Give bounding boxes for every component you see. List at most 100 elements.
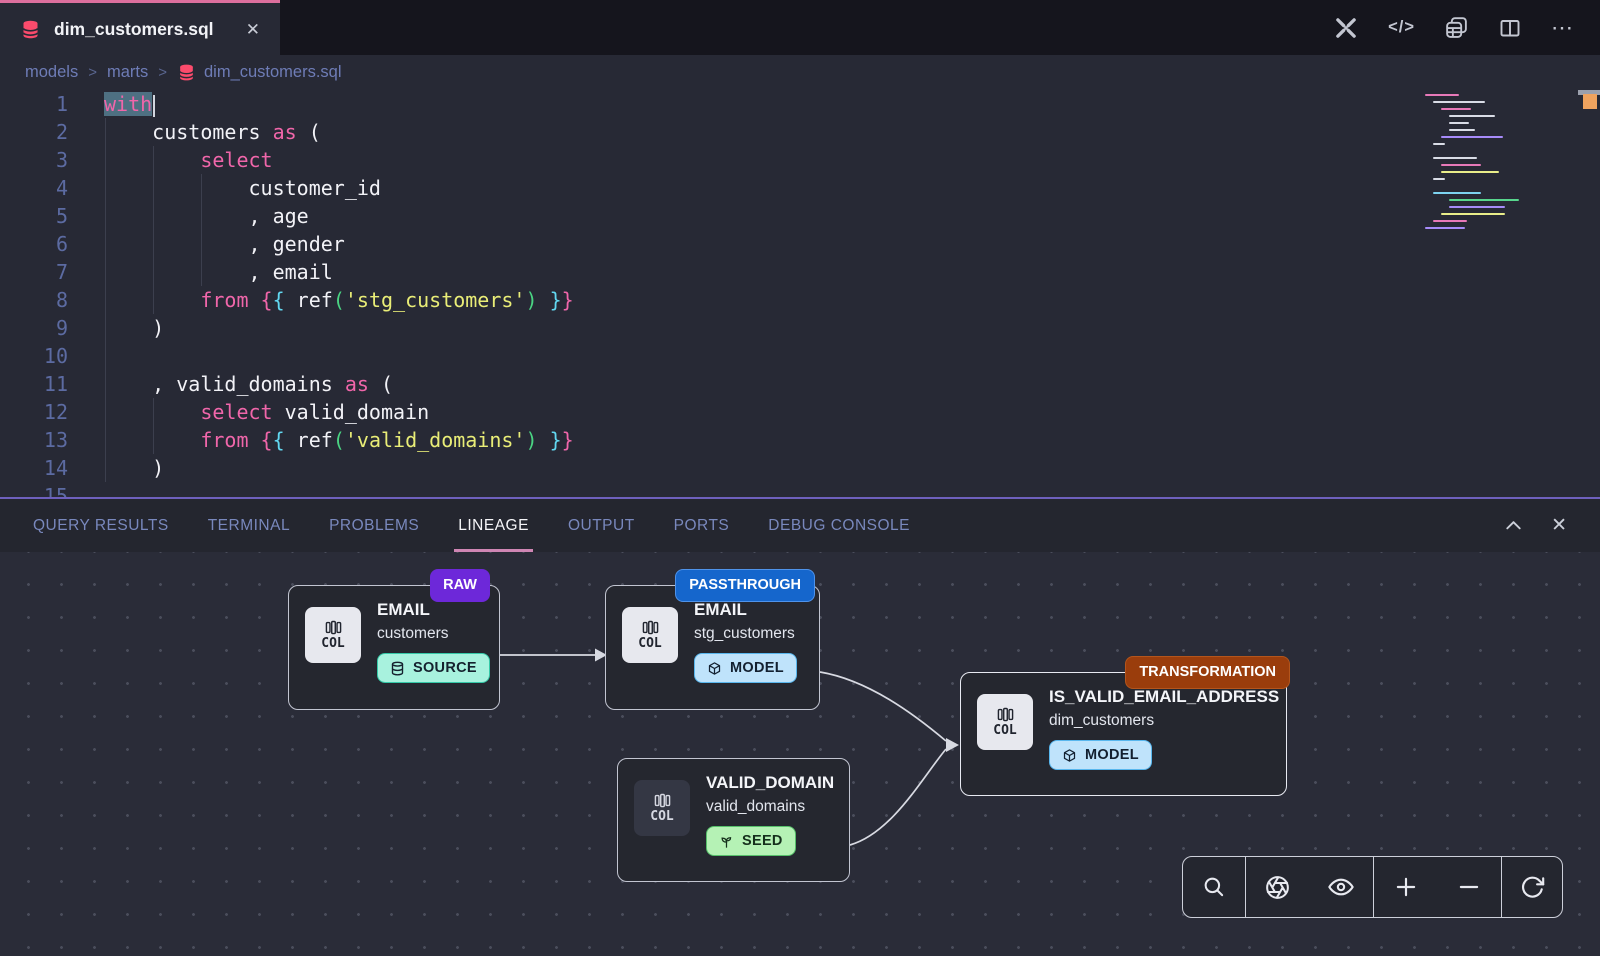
code-line[interactable]: 12 select valid_domain xyxy=(0,398,1600,426)
badge-raw: RAW xyxy=(430,569,490,602)
minimap-line xyxy=(1433,178,1445,180)
code-line[interactable]: 7 , email xyxy=(0,258,1600,286)
panel-tab-query-results[interactable]: QUERY RESULTS xyxy=(33,499,169,552)
panel-tab-problems[interactable]: PROBLEMS xyxy=(329,499,419,552)
code-line[interactable]: 2 customers as ( xyxy=(0,118,1600,146)
code-line[interactable]: 13 from {{ ref('valid_domains') }} xyxy=(0,426,1600,454)
minimap[interactable] xyxy=(1425,94,1545,274)
minimap-line xyxy=(1441,108,1471,110)
search-icon xyxy=(1201,874,1227,900)
code-line[interactable]: 9 ) xyxy=(0,314,1600,342)
lineage-canvas[interactable]: RAW COL EMAIL customers SOURCE xyxy=(0,552,1600,956)
node-title: IS_VALID_EMAIL_ADDRESS xyxy=(1049,687,1279,707)
columns-icon xyxy=(325,620,342,635)
model-type-chip: MODEL xyxy=(694,653,797,683)
node-subtitle: dim_customers xyxy=(1049,712,1279,730)
columns-icon xyxy=(654,793,671,808)
breadcrumb-file[interactable]: dim_customers.sql xyxy=(177,63,342,82)
refresh-button[interactable] xyxy=(1519,874,1546,901)
code-line[interactable]: 6 , gender xyxy=(0,230,1600,258)
refresh-icon xyxy=(1519,874,1546,901)
indent-guide xyxy=(153,146,154,314)
badge-passthrough: PASSTHROUGH xyxy=(675,569,815,602)
seed-type-chip: SEED xyxy=(706,826,796,856)
columns-icon xyxy=(642,620,659,635)
panel-close-icon[interactable]: ✕ xyxy=(1551,514,1567,537)
lineage-node-stg-customers[interactable]: PASSTHROUGH COL EMAIL stg_customers M xyxy=(605,585,820,710)
breadcrumb-marts[interactable]: marts xyxy=(107,63,148,82)
dbt-logo-icon[interactable] xyxy=(1333,15,1359,41)
lineage-node-customers[interactable]: RAW COL EMAIL customers SOURCE xyxy=(288,585,500,710)
panel-tab-lineage[interactable]: LINEAGE xyxy=(458,499,529,552)
panel-tab-ports[interactable]: PORTS xyxy=(674,499,730,552)
code-line[interactable]: 4 customer_id xyxy=(0,174,1600,202)
code-line[interactable]: 3 select xyxy=(0,146,1600,174)
tab-bar: dim_customers.sql ✕ </> xyxy=(0,0,1600,55)
database-icon xyxy=(390,661,405,676)
panel-tab-terminal[interactable]: TERMINAL xyxy=(208,499,290,552)
minimap-line xyxy=(1449,199,1519,201)
search-button[interactable] xyxy=(1201,874,1227,900)
node-subtitle: stg_customers xyxy=(694,625,797,643)
split-editor-icon[interactable] xyxy=(1498,16,1522,40)
column-chip[interactable]: COL xyxy=(977,694,1033,750)
columns-icon xyxy=(997,707,1014,722)
source-type-chip: SOURCE xyxy=(377,653,490,683)
minimap-line xyxy=(1449,122,1469,124)
lineage-node-valid-domains[interactable]: COL VALID_DOMAIN valid_domains SEED xyxy=(617,758,850,882)
code-line[interactable]: 1with xyxy=(0,90,1600,118)
view-button[interactable] xyxy=(1327,873,1355,901)
minimap-line xyxy=(1441,213,1505,215)
panel-tab-debug-console[interactable]: DEBUG CONSOLE xyxy=(768,499,910,552)
minimap-line xyxy=(1425,227,1465,229)
cube-icon xyxy=(707,661,722,676)
code-line[interactable]: 15 xyxy=(0,482,1600,497)
breadcrumb-models[interactable]: models xyxy=(25,63,78,82)
tab-close-icon[interactable]: ✕ xyxy=(246,21,260,38)
node-subtitle: valid_domains xyxy=(706,798,834,816)
minimap-line xyxy=(1433,143,1445,145)
panel-tab-output[interactable]: OUTPUT xyxy=(568,499,635,552)
indent-guide xyxy=(201,174,202,286)
code-line[interactable]: 8 from {{ ref('stg_customers') }} xyxy=(0,286,1600,314)
zoom-in-button[interactable] xyxy=(1393,874,1419,900)
copy-table-icon[interactable] xyxy=(1444,15,1469,40)
model-type-chip: MODEL xyxy=(1049,740,1152,770)
chevron-up-icon[interactable] xyxy=(1502,514,1525,537)
node-title: EMAIL xyxy=(377,600,490,620)
code-line[interactable]: 10 xyxy=(0,342,1600,370)
app-window: dim_customers.sql ✕ </> xyxy=(0,0,1600,956)
minimap-line xyxy=(1449,206,1505,208)
plus-icon xyxy=(1393,874,1419,900)
seedling-icon xyxy=(719,834,734,849)
code-line[interactable]: 5 , age xyxy=(0,202,1600,230)
database-icon xyxy=(20,19,41,40)
indent-guide xyxy=(153,398,154,454)
breadcrumb: models > marts > dim_customers.sql xyxy=(0,55,1600,90)
eye-icon xyxy=(1327,873,1355,901)
column-chip[interactable]: COL xyxy=(634,780,690,836)
lens-button[interactable] xyxy=(1264,874,1291,901)
code-editor[interactable]: 1with2 customers as (3 select4 customer_… xyxy=(0,90,1600,497)
lineage-node-dim-customers[interactable]: TRANSFORMATION COL IS_VALID_EMAIL_ADDRES… xyxy=(960,672,1287,796)
more-actions-icon[interactable]: ⋯ xyxy=(1551,15,1574,41)
editor-tab[interactable]: dim_customers.sql ✕ xyxy=(0,0,280,55)
code-line[interactable]: 14 ) xyxy=(0,454,1600,482)
minimap-line xyxy=(1433,157,1477,159)
breadcrumb-separator: > xyxy=(88,64,97,81)
database-icon xyxy=(177,63,196,82)
code-icon[interactable]: </> xyxy=(1388,18,1415,37)
column-chip[interactable]: COL xyxy=(622,607,678,663)
minimap-line xyxy=(1441,164,1481,166)
cube-icon xyxy=(1062,748,1077,763)
zoom-out-button[interactable] xyxy=(1456,874,1482,900)
code-line[interactable]: 11 , valid_domains as ( xyxy=(0,370,1600,398)
breadcrumb-separator: > xyxy=(158,64,167,81)
column-chip[interactable]: COL xyxy=(305,607,361,663)
minimap-line xyxy=(1449,115,1495,117)
editor-actions: </> ⋯ xyxy=(1333,0,1600,55)
minimap-line xyxy=(1449,129,1475,131)
indent-guide xyxy=(105,118,106,482)
minimap-line xyxy=(1425,94,1459,96)
bottom-panel-header: QUERY RESULTS TERMINAL PROBLEMS LINEAGE … xyxy=(0,497,1600,552)
